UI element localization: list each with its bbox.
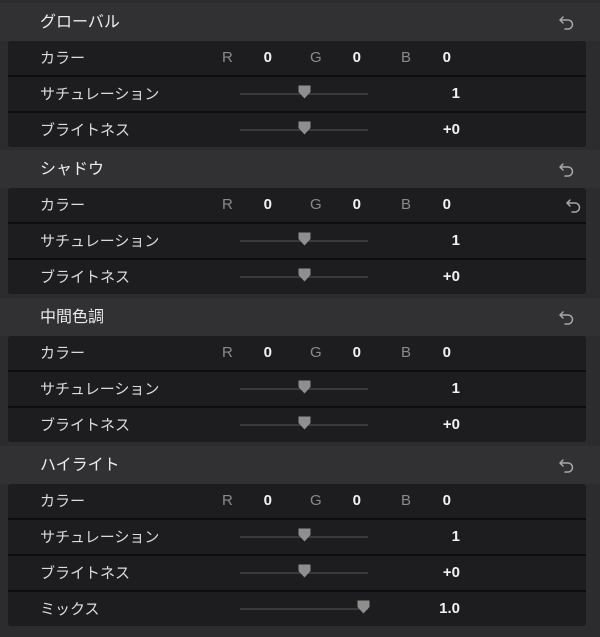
row-label: カラー xyxy=(40,492,86,510)
r-value[interactable]: 0 xyxy=(232,188,272,222)
row-label: カラー xyxy=(40,196,86,214)
g-label: G xyxy=(310,196,322,213)
brightness-row: ブライトネス +0 xyxy=(8,408,586,442)
b-value[interactable]: 0 xyxy=(411,484,451,518)
mix-value[interactable]: 1.0 xyxy=(388,592,460,626)
reset-icon[interactable] xyxy=(557,307,577,327)
row-label: ブライトネス xyxy=(40,121,131,139)
color-row: カラー R 0 G 0 B 0 xyxy=(8,188,586,224)
reset-icon[interactable] xyxy=(557,159,577,179)
g-value[interactable]: 0 xyxy=(321,484,361,518)
slider-thumb[interactable] xyxy=(357,600,370,614)
reset-icon[interactable] xyxy=(564,195,584,215)
section-rows: カラー R 0 G 0 B 0 サチュレーション 1 ブライトネス xyxy=(8,41,586,147)
g-label: G xyxy=(310,344,322,361)
brightness-value[interactable]: +0 xyxy=(388,408,460,442)
color-row: カラー R 0 G 0 B 0 xyxy=(8,484,586,520)
g-value[interactable]: 0 xyxy=(321,188,361,222)
section-header: グローバル xyxy=(0,3,600,41)
saturation-row: サチュレーション 1 xyxy=(8,224,586,260)
b-value[interactable]: 0 xyxy=(411,188,451,222)
brightness-slider[interactable] xyxy=(240,268,368,282)
slider-thumb[interactable] xyxy=(298,564,311,578)
color-row: カラー R 0 G 0 B 0 xyxy=(8,41,586,77)
section-title: シャドウ xyxy=(40,159,105,178)
g-value[interactable]: 0 xyxy=(321,336,361,370)
row-label: ミックス xyxy=(40,600,100,618)
brightness-value[interactable]: +0 xyxy=(388,556,460,590)
section-title: ハイライト xyxy=(40,455,120,474)
slider-thumb[interactable] xyxy=(298,85,311,99)
saturation-slider[interactable] xyxy=(240,528,368,542)
section-rows: カラー R 0 G 0 B 0 サチュレーション 1 ブライトネス xyxy=(8,188,586,294)
section-title: グローバル xyxy=(40,12,120,31)
saturation-value[interactable]: 1 xyxy=(388,520,460,554)
section-rows: カラー R 0 G 0 B 0 サチュレーション 1 ブライトネス xyxy=(8,336,586,442)
brightness-row: ブライトネス +0 xyxy=(8,113,586,147)
section-header: 中間色調 xyxy=(0,298,600,336)
row-label: サチュレーション xyxy=(40,528,160,546)
g-value[interactable]: 0 xyxy=(321,41,361,75)
section-midtones: 中間色調 カラー R 0 G 0 B 0 サチュレーション 1 ブライトネス +… xyxy=(0,298,600,442)
brightness-row: ブライトネス +0 xyxy=(8,260,586,294)
slider-thumb[interactable] xyxy=(298,268,311,282)
saturation-value[interactable]: 1 xyxy=(388,372,460,406)
r-value[interactable]: 0 xyxy=(232,336,272,370)
section-shadows: シャドウ カラー R 0 G 0 B 0 サチュレーション 1 ブライトネス +… xyxy=(0,150,600,294)
b-value[interactable]: 0 xyxy=(411,41,451,75)
slider-thumb[interactable] xyxy=(298,528,311,542)
row-label: ブライトネス xyxy=(40,268,131,286)
section-rows: カラー R 0 G 0 B 0 サチュレーション 1 ブライトネス xyxy=(8,484,586,626)
section-header: ハイライト xyxy=(0,446,600,484)
saturation-slider[interactable] xyxy=(240,85,368,99)
reset-icon[interactable] xyxy=(557,455,577,475)
brightness-slider[interactable] xyxy=(240,564,368,578)
color-board-panel: グローバル カラー R 0 G 0 B 0 サチュレーション 1 ブライトネス … xyxy=(0,0,600,637)
brightness-value[interactable]: +0 xyxy=(388,260,460,294)
row-label: サチュレーション xyxy=(40,380,160,398)
saturation-slider[interactable] xyxy=(240,380,368,394)
saturation-slider[interactable] xyxy=(240,232,368,246)
brightness-row: ブライトネス +0 xyxy=(8,556,586,592)
slider-thumb[interactable] xyxy=(298,416,311,430)
b-label: B xyxy=(401,492,412,509)
b-label: B xyxy=(401,344,412,361)
b-value[interactable]: 0 xyxy=(411,336,451,370)
section-header: シャドウ xyxy=(0,150,600,188)
row-label: カラー xyxy=(40,344,86,362)
section-title: 中間色調 xyxy=(40,307,105,326)
slider-thumb[interactable] xyxy=(298,380,311,394)
row-label: ブライトネス xyxy=(40,416,131,434)
b-label: B xyxy=(401,196,412,213)
g-label: G xyxy=(310,49,322,66)
row-label: カラー xyxy=(40,49,86,67)
slider-thumb[interactable] xyxy=(298,232,311,246)
g-label: G xyxy=(310,492,322,509)
row-label: ブライトネス xyxy=(40,564,131,582)
reset-icon[interactable] xyxy=(557,12,577,32)
saturation-row: サチュレーション 1 xyxy=(8,77,586,113)
saturation-row: サチュレーション 1 xyxy=(8,372,586,408)
section-highlights: ハイライト カラー R 0 G 0 B 0 サチュレーション 1 ブライトネス … xyxy=(0,446,600,626)
brightness-slider[interactable] xyxy=(240,121,368,135)
saturation-row: サチュレーション 1 xyxy=(8,520,586,556)
mix-slider[interactable] xyxy=(240,600,370,614)
r-value[interactable]: 0 xyxy=(232,484,272,518)
slider-thumb[interactable] xyxy=(298,121,311,135)
saturation-value[interactable]: 1 xyxy=(388,77,460,111)
mix-row: ミックス 1.0 xyxy=(8,592,586,626)
brightness-slider[interactable] xyxy=(240,416,368,430)
row-label: サチュレーション xyxy=(40,85,160,103)
b-label: B xyxy=(401,49,412,66)
color-row: カラー R 0 G 0 B 0 xyxy=(8,336,586,372)
section-global: グローバル カラー R 0 G 0 B 0 サチュレーション 1 ブライトネス … xyxy=(0,3,600,147)
brightness-value[interactable]: +0 xyxy=(388,113,460,147)
row-label: サチュレーション xyxy=(40,232,160,250)
saturation-value[interactable]: 1 xyxy=(388,224,460,258)
r-value[interactable]: 0 xyxy=(232,41,272,75)
